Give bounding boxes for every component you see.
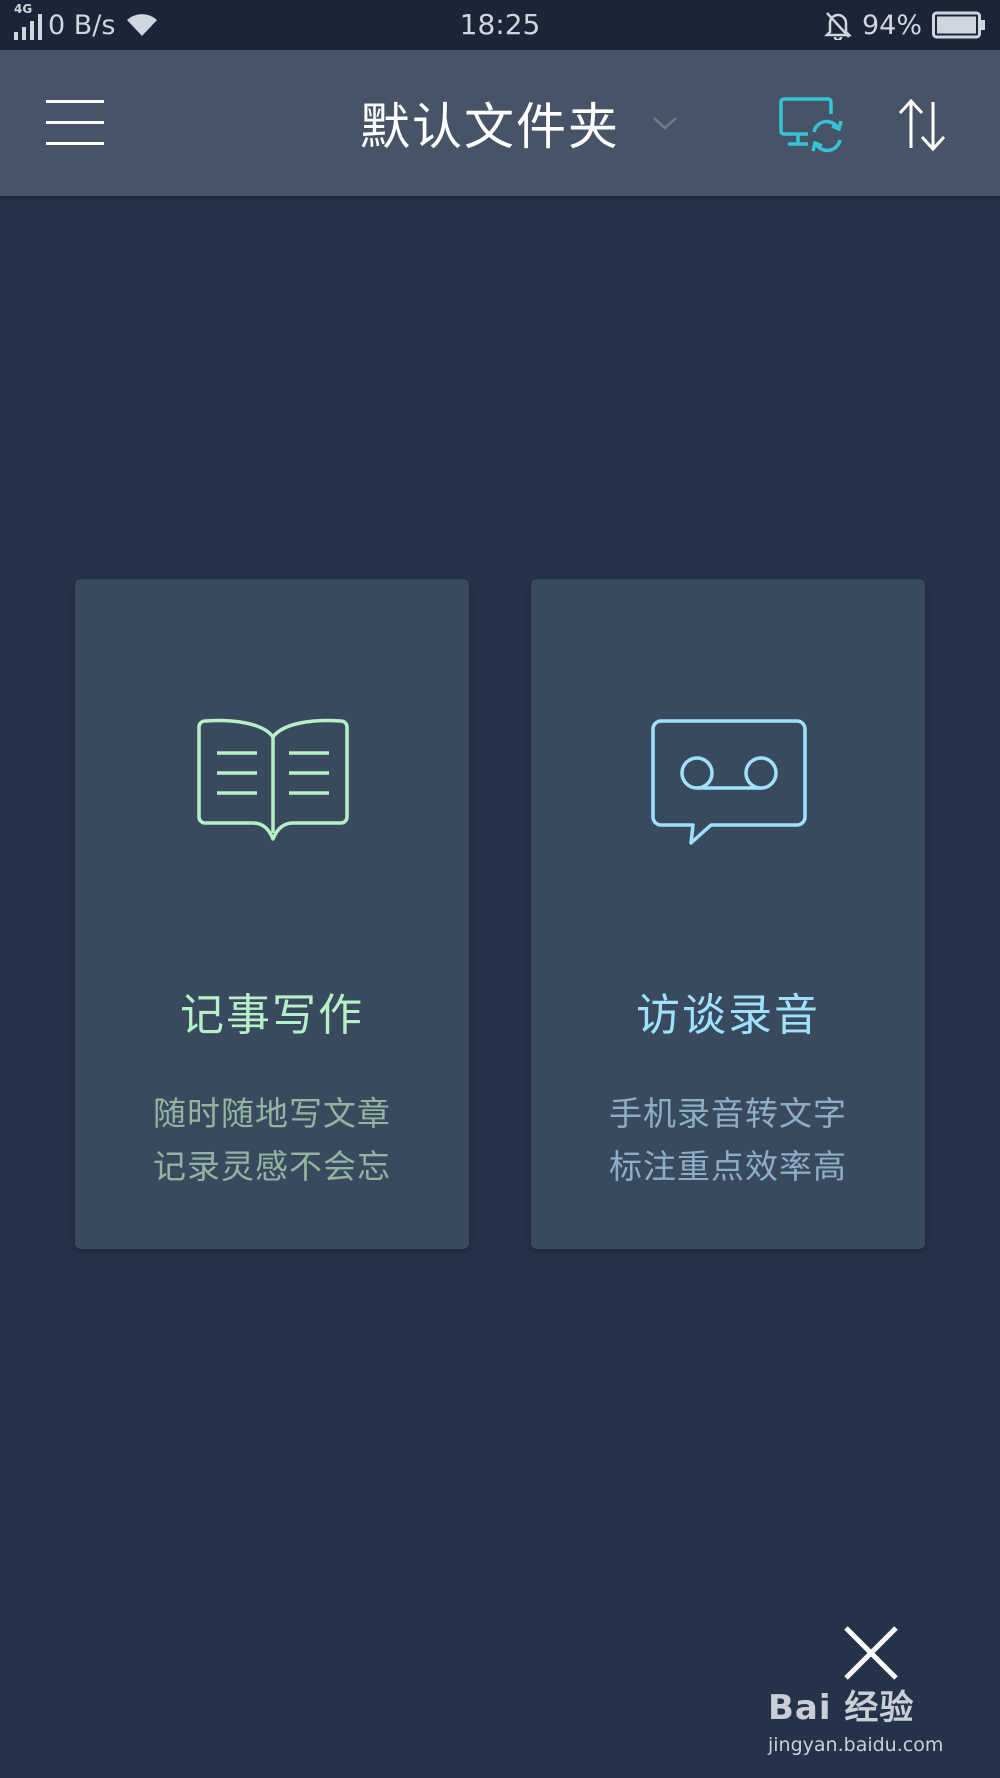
sort-button[interactable] [896,96,948,154]
mute-bell-icon [823,12,852,40]
card-title: 访谈录音 [636,990,820,1041]
card-description: 随时随地写文章 记录灵感不会忘 [75,1087,469,1193]
card-desc-line: 标注重点效率高 [609,1147,847,1186]
close-icon [844,1626,898,1680]
book-icon [197,718,349,841]
status-bar: 4G 0 B/s 18:25 94% [0,0,1000,50]
card-description: 手机录音转文字 标注重点效率高 [531,1087,925,1193]
sync-button[interactable] [778,96,844,154]
baidu-jingyan-watermark: Bai 经验 jingyan.baidu.com [768,1680,968,1770]
close-button[interactable] [840,1622,902,1684]
card-desc-line: 记录灵感不会忘 [153,1147,391,1186]
folder-selector[interactable]: 默认文件夹 [360,90,680,156]
sync-icon [779,97,843,153]
menu-icon [46,100,104,145]
card-desc-line: 手机录音转文字 [609,1094,847,1133]
voicemail-icon [651,719,807,845]
card-title: 记事写作 [180,990,364,1041]
chevron-down-icon [653,117,677,130]
watermark-url: jingyan.baidu.com [768,1734,944,1756]
interview-recording-card[interactable]: 访谈录音 手机录音转文字 标注重点效率高 [531,579,925,1249]
sort-icon [898,98,946,152]
app-bar: 默认文件夹 [0,50,1000,196]
menu-button[interactable] [46,100,104,146]
battery-icon [932,11,985,39]
note-writing-card[interactable]: 记事写作 随时随地写文章 记录灵感不会忘 [75,579,469,1249]
watermark-brand: Bai 经验 [768,1688,915,1728]
status-right: 94% [823,8,986,42]
card-desc-line: 随时随地写文章 [153,1094,391,1133]
battery-percent: 94% [861,9,922,41]
folder-title: 默认文件夹 [360,98,620,156]
